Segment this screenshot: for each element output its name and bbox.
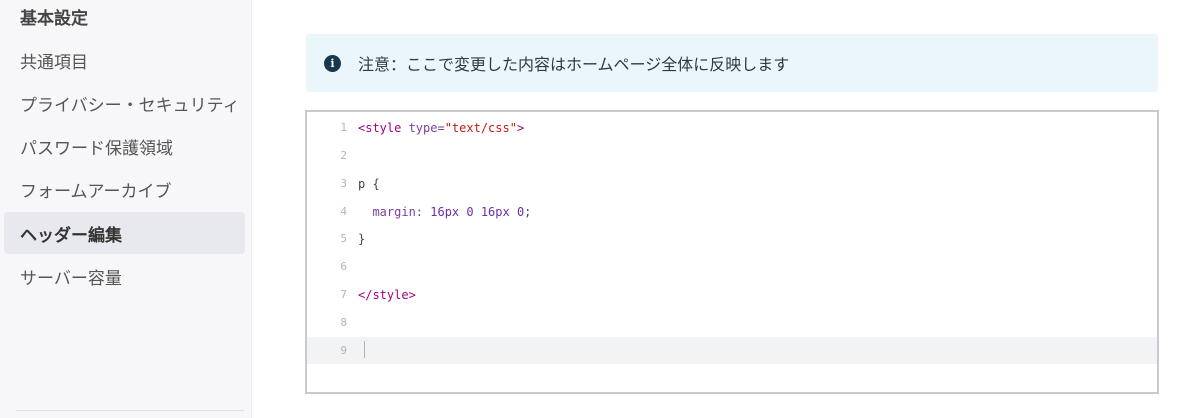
sidebar-item-label: サーバー容量	[20, 268, 122, 289]
sidebar-divider	[16, 410, 244, 411]
line-number: 3	[340, 177, 347, 190]
line-code[interactable]	[358, 340, 365, 361]
code-line[interactable]: 8	[307, 309, 1157, 336]
code-token: margin:	[358, 204, 431, 219]
line-code[interactable]: p {	[358, 177, 380, 191]
code-line[interactable]: 7 </style>	[307, 281, 1157, 308]
sidebar-item-label: 基本設定	[20, 8, 88, 29]
sidebar-item-privacy-security[interactable]: プライバシー・セキュリティ	[4, 82, 245, 124]
line-code[interactable]: margin: 16px 0 16px 0;	[358, 205, 531, 219]
code-line[interactable]: 2	[307, 142, 1157, 169]
code-line[interactable]: 9	[307, 337, 1157, 364]
line-number: 1	[340, 121, 347, 134]
line-number: 8	[340, 316, 347, 329]
code-token: ;	[524, 204, 532, 219]
code-token: </style>	[358, 287, 416, 302]
sidebar-item-label: フォームアーカイブ	[20, 181, 172, 202]
line-number: 9	[340, 344, 347, 357]
info-circle-icon: i	[324, 54, 341, 72]
line-code[interactable]: }	[358, 232, 365, 246]
code-token: 16px 0 16px 0	[430, 204, 525, 219]
sidebar-item-basic-settings[interactable]: 基本設定	[4, 0, 245, 37]
line-number: 7	[340, 288, 347, 301]
sidebar: 基本設定 共通項目 プライバシー・セキュリティ パスワード保護領域 フォームアー…	[0, 0, 252, 418]
notice-banner: i 注意：ここで変更した内容はホームページ全体に反映します	[306, 34, 1158, 92]
code-line[interactable]: 4 margin: 16px 0 16px 0;	[307, 198, 1157, 225]
line-number: 6	[340, 260, 347, 273]
sidebar-item-password-protected-area[interactable]: パスワード保護領域	[4, 125, 245, 167]
code-line[interactable]: 3 p {	[307, 170, 1157, 197]
sidebar-item-label: ヘッダー編集	[20, 225, 122, 246]
text-cursor	[364, 340, 365, 358]
line-number: 4	[340, 205, 347, 218]
code-editor[interactable]: 1 <style type="text/css"> 2 3 p {4 margin: 1…	[305, 110, 1159, 394]
code-token: >	[516, 120, 525, 135]
sidebar-item-form-archive[interactable]: フォームアーカイブ	[4, 168, 245, 210]
line-number: 2	[340, 149, 347, 162]
code-token: "text/css"	[444, 120, 517, 135]
code-line[interactable]: 6	[307, 253, 1157, 280]
line-code[interactable]: </style>	[358, 288, 416, 302]
line-code[interactable]: <style type="text/css">	[358, 121, 524, 135]
sidebar-item-server-capacity[interactable]: サーバー容量	[4, 255, 245, 297]
line-number: 5	[340, 232, 347, 245]
code-line[interactable]: 5}	[307, 225, 1157, 252]
code-token: p {	[358, 176, 380, 191]
sidebar-item-label: パスワード保護領域	[20, 138, 173, 159]
code-token: <style	[358, 120, 409, 135]
code-line[interactable]: 1 <style type="text/css">	[307, 114, 1157, 141]
notice-text: 注意：ここで変更した内容はホームページ全体に反映します	[358, 55, 790, 74]
code-token: }	[358, 231, 366, 246]
sidebar-item-header-edit[interactable]: ヘッダー編集	[4, 212, 245, 254]
sidebar-item-common[interactable]: 共通項目	[4, 39, 245, 81]
sidebar-item-label: プライバシー・セキュリティ	[20, 95, 240, 116]
sidebar-item-label: 共通項目	[20, 52, 88, 73]
code-token: type=	[408, 120, 445, 135]
